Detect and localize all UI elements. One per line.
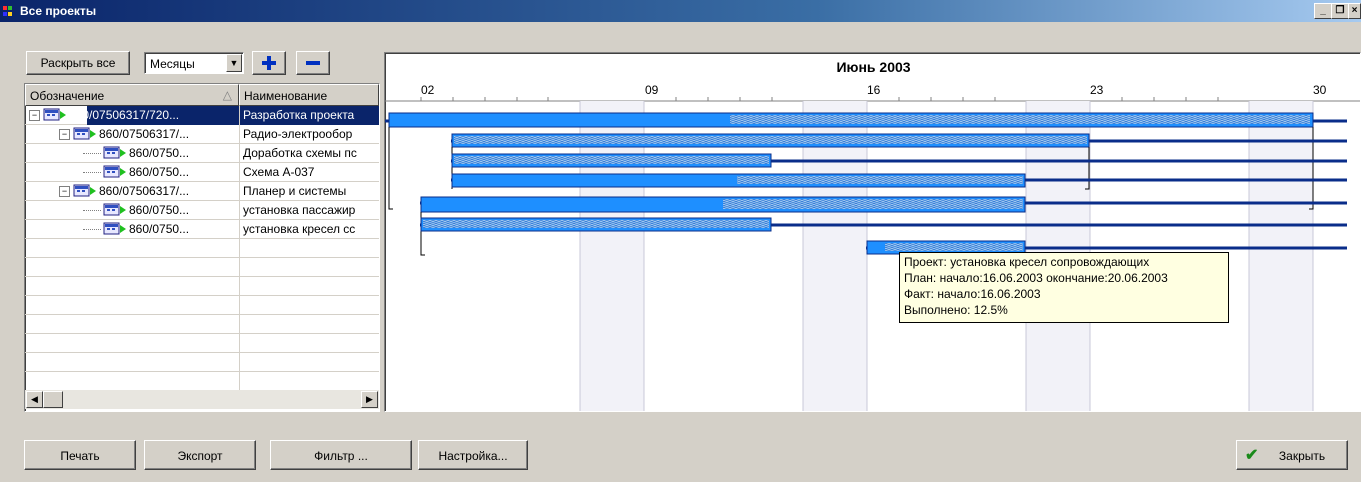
scale-select-value: Месяцы xyxy=(150,57,195,71)
table-row xyxy=(25,296,379,315)
settings-button[interactable]: Настройка... xyxy=(418,440,528,470)
progress-hatch xyxy=(454,156,769,164)
tooltip-line: Проект: установка кресел сопровождающих xyxy=(904,255,1150,269)
zoom-out-button[interactable] xyxy=(296,51,330,75)
row-code: 860/07506317/720... xyxy=(69,108,180,122)
row-name: Радио-электрообор xyxy=(239,125,379,144)
row-name: установка пассажир xyxy=(239,201,379,220)
table-row[interactable]: 860/0750... установка кресел сс xyxy=(25,220,379,239)
task-icon xyxy=(43,108,66,121)
progress-hatch xyxy=(737,176,1023,184)
tooltip-line: Факт: начало:16.06.2003 xyxy=(904,287,1041,301)
gantt-canvas xyxy=(385,97,1360,411)
row-code: 860/0750... xyxy=(129,165,190,179)
title-bar: Все проекты _ ❐ × xyxy=(0,0,1361,22)
weekend-band xyxy=(803,101,867,411)
plus-icon xyxy=(262,56,276,70)
table-row[interactable]: − 860/07506317/... Планер и системы xyxy=(25,182,379,201)
expand-all-button[interactable]: Раскрыть все xyxy=(26,51,130,75)
column-header-code[interactable]: Обозначение △ xyxy=(25,84,239,106)
table-row xyxy=(25,277,379,296)
horizontal-scrollbar[interactable]: ◀ ▶ xyxy=(25,390,379,409)
row-name: установка кресел сс xyxy=(239,220,379,239)
row-name: Доработка схемы пс xyxy=(239,144,379,163)
row-code: 860/0750... xyxy=(129,222,190,236)
close-button[interactable]: ✔ Закрыть xyxy=(1236,440,1348,470)
chevron-down-icon[interactable]: ▼ xyxy=(226,54,242,72)
task-tooltip: Проект: установка кресел сопровождающих … xyxy=(899,252,1229,323)
close-icon[interactable]: × xyxy=(1348,3,1361,19)
scroll-right-icon[interactable]: ▶ xyxy=(361,391,378,408)
table-row xyxy=(25,334,379,353)
table-row[interactable]: 860/0750... Схема А-037 xyxy=(25,163,379,182)
gantt-chart[interactable]: Июнь 2003 02 09 16 23 30 Проект: установ… xyxy=(384,52,1361,412)
task-icon xyxy=(103,203,126,216)
row-code: 860/0750... xyxy=(129,203,190,217)
minus-icon xyxy=(306,61,320,65)
weekend-band xyxy=(580,101,644,411)
row-code: 860/0750... xyxy=(129,146,190,160)
zoom-in-button[interactable] xyxy=(252,51,286,75)
scale-select[interactable]: Месяцы ▼ xyxy=(144,52,244,74)
row-name: Схема А-037 xyxy=(239,163,379,182)
close-button-label: Закрыть xyxy=(1278,449,1326,463)
collapse-icon[interactable]: − xyxy=(29,110,40,121)
export-button[interactable]: Экспорт xyxy=(144,440,256,470)
restore-icon[interactable]: ❐ xyxy=(1331,3,1349,19)
sort-arrow-icon: △ xyxy=(222,88,232,102)
task-icon xyxy=(103,146,126,159)
minimize-icon[interactable]: _ xyxy=(1314,3,1332,19)
collapse-icon[interactable]: − xyxy=(59,186,70,197)
table-row xyxy=(25,315,379,334)
project-tree-grid[interactable]: Обозначение △ Наименование − 860/07506317… xyxy=(24,83,380,412)
collapse-icon[interactable]: − xyxy=(59,129,70,140)
table-row[interactable]: 860/0750... установка пассажир xyxy=(25,201,379,220)
day-ticks xyxy=(420,97,1219,101)
table-row xyxy=(25,258,379,277)
print-button[interactable]: Печать xyxy=(24,440,136,470)
progress-hatch xyxy=(454,136,1087,144)
scroll-thumb[interactable] xyxy=(43,391,63,408)
row-name: Разработка проекта xyxy=(239,106,379,125)
filter-button[interactable]: Фильтр ... xyxy=(270,440,412,470)
task-icon xyxy=(103,222,126,235)
weekend-band xyxy=(1249,101,1313,411)
progress-hatch xyxy=(885,243,1023,251)
progress-hatch xyxy=(723,199,1023,209)
row-code: 860/07506317/... xyxy=(99,127,190,141)
task-icon xyxy=(73,184,96,197)
tooltip-line: План: начало:16.06.2003 окончание:20.06.… xyxy=(904,271,1168,285)
table-row xyxy=(25,372,379,391)
progress-hatch xyxy=(423,220,769,228)
app-icon xyxy=(3,6,12,16)
table-row xyxy=(25,239,379,258)
row-code: 860/07506317/... xyxy=(99,184,190,198)
scroll-left-icon[interactable]: ◀ xyxy=(26,391,43,408)
row-name: Планер и системы xyxy=(239,182,379,201)
progress-hatch xyxy=(730,115,1310,124)
checkmark-icon: ✔ xyxy=(1245,447,1259,464)
window-title: Все проекты xyxy=(20,4,97,18)
tooltip-line: Выполнено: 12.5% xyxy=(904,303,1008,317)
table-row[interactable]: 860/0750... Доработка схемы пс xyxy=(25,144,379,163)
task-icon xyxy=(73,127,96,140)
table-row xyxy=(25,353,379,372)
column-header-name[interactable]: Наименование xyxy=(239,84,379,106)
table-row[interactable]: − 860/07506317/720... Разработка проекта xyxy=(25,106,379,125)
task-icon xyxy=(103,165,126,178)
table-row[interactable]: − 860/07506317/... Радио-электрообор xyxy=(25,125,379,144)
